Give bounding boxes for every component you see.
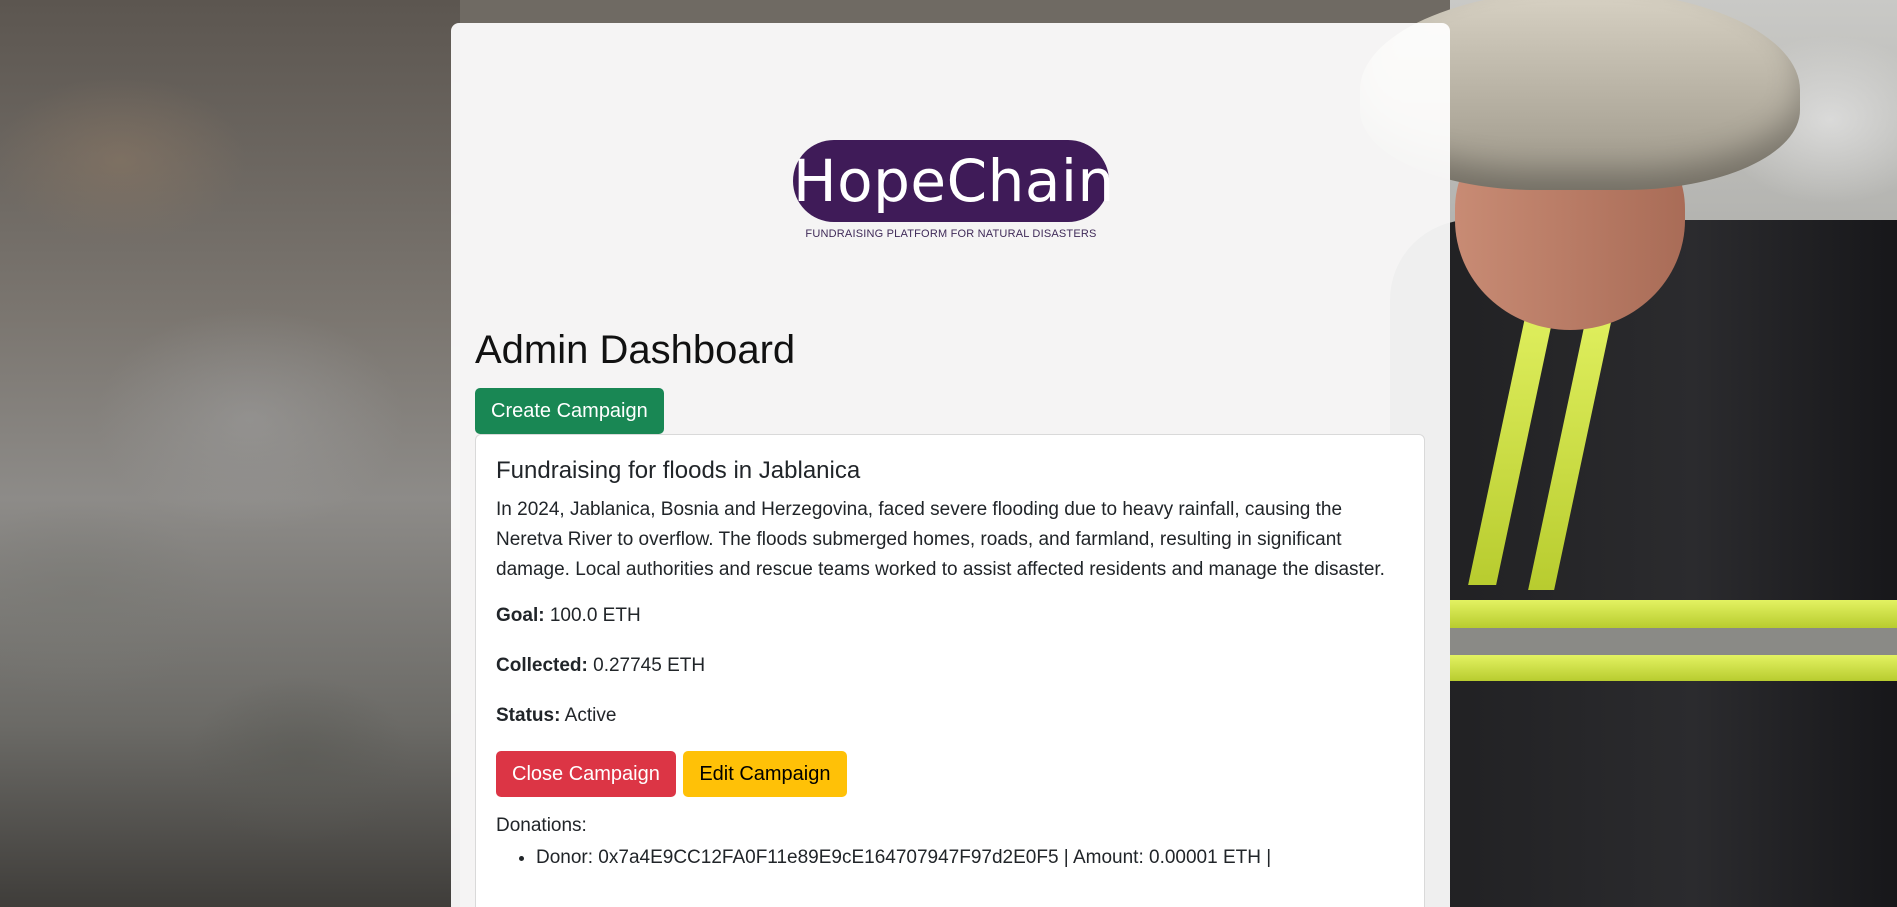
campaign-goal: Goal: 100.0 ETH — [496, 601, 1404, 631]
main-panel: HopeChain FUNDRAISING PLATFORM FOR NATUR… — [451, 23, 1450, 907]
background-rubble — [0, 0, 460, 907]
goal-label: Goal: — [496, 605, 545, 626]
status-label: Status: — [496, 705, 561, 726]
donation-item: Donor: 0x7a4E9CC12FA0F11e89E9cE164707947… — [536, 843, 1404, 873]
campaign-description: In 2024, Jablanica, Bosnia and Herzegovi… — [496, 499, 1385, 580]
donation-list: Donor: 0x7a4E9CC12FA0F11e89E9cE164707947… — [496, 843, 1404, 873]
collected-value: 0.27745 ETH — [593, 655, 706, 676]
edit-campaign-button[interactable]: Edit Campaign — [683, 751, 847, 797]
campaign-title: Fundraising for floods in Jablanica — [496, 457, 861, 484]
logo-tagline: FUNDRAISING PLATFORM FOR NATURAL DISASTE… — [805, 228, 1097, 240]
status-value: Active — [564, 705, 617, 726]
campaign-card: Fundraising for floods in Jablanica In 2… — [475, 434, 1425, 907]
firefighter-coat — [1390, 220, 1897, 907]
close-campaign-button[interactable]: Close Campaign — [496, 751, 676, 797]
create-campaign-button[interactable]: Create Campaign — [475, 388, 664, 434]
logo-wordmark: HopeChain — [793, 140, 1114, 222]
goal-value: 100.0 ETH — [549, 605, 641, 626]
campaign-status: Status: Active — [496, 701, 1404, 731]
donations-label: Donations: — [496, 815, 587, 836]
campaign-actions: Close Campaign Edit Campaign — [496, 751, 1404, 797]
collected-label: Collected: — [496, 655, 588, 676]
logo: HopeChain FUNDRAISING PLATFORM FOR NATUR… — [791, 140, 1114, 240]
campaign-collected: Collected: 0.27745 ETH — [496, 651, 1404, 681]
page-title: Admin Dashboard — [475, 328, 796, 372]
